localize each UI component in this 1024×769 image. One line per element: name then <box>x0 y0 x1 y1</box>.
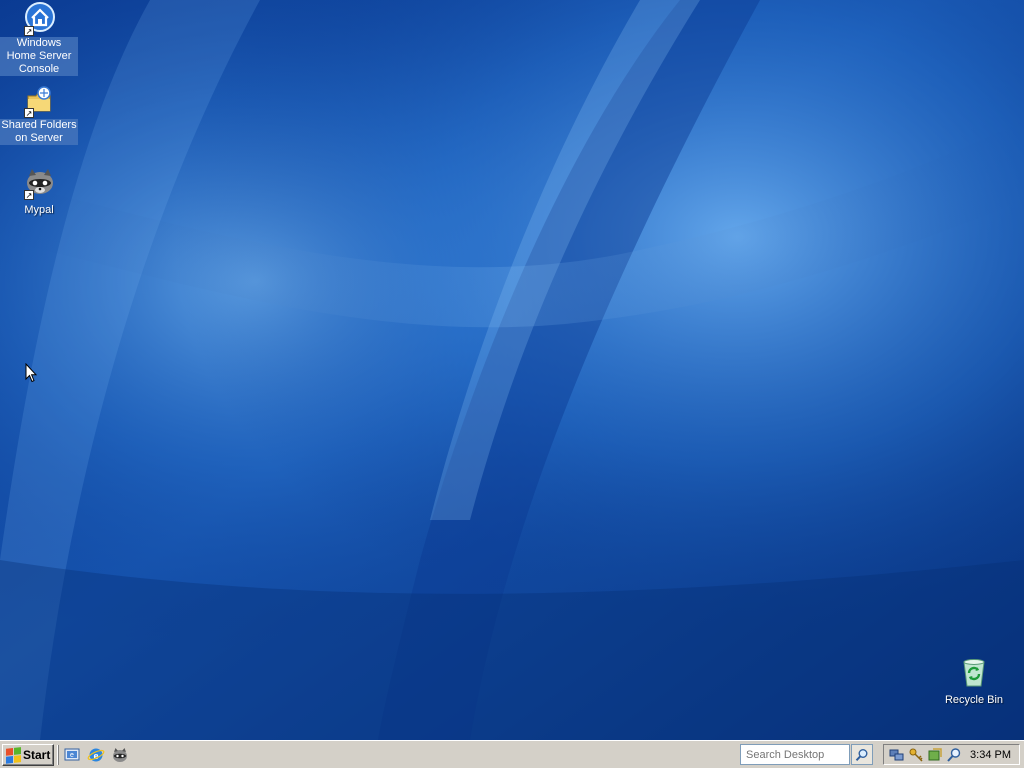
security-keys-icon[interactable] <box>908 747 924 763</box>
desktop-icon-shared-folders[interactable]: ↗ Shared Folders on Server <box>0 84 78 146</box>
start-label: Start <box>23 748 51 762</box>
recycle-bin-icon <box>957 656 991 690</box>
mypal-raccoon-icon[interactable] <box>111 746 129 764</box>
internet-explorer-icon[interactable]: e <box>87 746 105 764</box>
clock[interactable]: 3:34 PM <box>970 749 1011 761</box>
desktop-icon-recycle-bin[interactable]: Recycle Bin <box>935 656 1013 708</box>
start-button[interactable]: Start <box>2 744 54 766</box>
desktop-icon-mypal[interactable]: ↗ Mypal <box>0 166 78 218</box>
search-button[interactable] <box>851 744 873 765</box>
quick-launch-toolbar: e e <box>58 745 129 765</box>
network-icon[interactable] <box>889 747 905 763</box>
shared-folders-icon: ↗ <box>22 84 56 118</box>
wallpaper <box>0 0 1024 740</box>
windows-logo-icon <box>6 747 21 764</box>
mouse-cursor-icon <box>25 363 37 383</box>
desktop-icon-label: Shared Folders on Server <box>0 119 78 145</box>
shortcut-arrow-icon: ↗ <box>24 190 34 200</box>
desktop-icon-label: Recycle Bin <box>944 694 1004 706</box>
system-tray: 3:34 PM <box>883 744 1020 765</box>
home-server-icon: ↗ <box>22 2 56 36</box>
desktop-icon-label: Windows Home Server Console <box>0 37 78 76</box>
svg-text:e: e <box>70 752 74 759</box>
search-desktop-input[interactable] <box>740 744 850 765</box>
desktop-icon-label: Mypal <box>24 204 54 216</box>
search-tray-icon[interactable] <box>946 747 962 763</box>
magnifier-icon <box>855 748 868 761</box>
server-status-icon[interactable] <box>927 747 943 763</box>
shortcut-arrow-icon: ↗ <box>24 108 34 118</box>
desktop-icon-home-server-console[interactable]: ↗ Windows Home Server Console <box>0 2 78 77</box>
desktop[interactable]: ↗ Windows Home Server Console ↗ Shared F… <box>0 0 1024 740</box>
mypal-raccoon-icon: ↗ <box>22 166 56 200</box>
shortcut-arrow-icon: ↗ <box>24 26 34 36</box>
desktop-show-icon[interactable]: e <box>63 746 81 764</box>
taskbar: Start e e Search Desktop 3:34 PM <box>0 740 1024 768</box>
